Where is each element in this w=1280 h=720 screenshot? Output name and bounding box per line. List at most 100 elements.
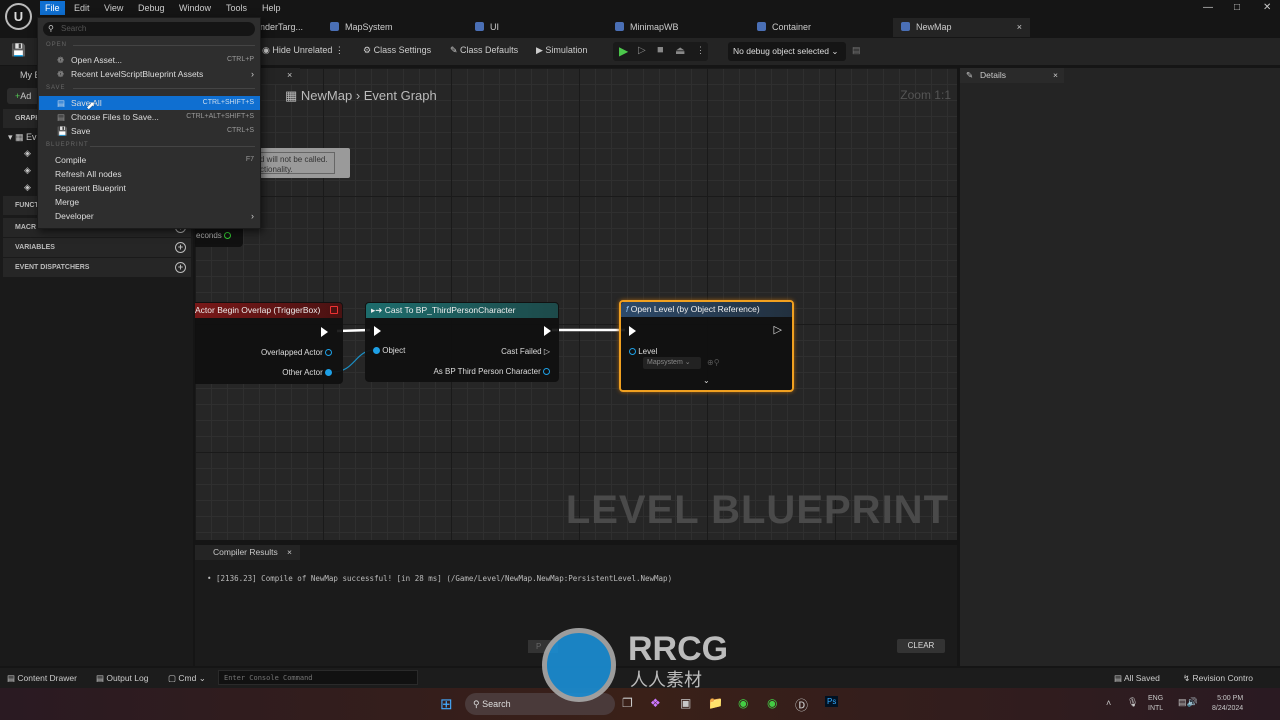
menu-window[interactable]: Window <box>174 1 216 15</box>
menu-item-reparent[interactable]: Reparent Blueprint <box>39 181 260 195</box>
copilot-icon[interactable]: ❖ <box>650 696 661 710</box>
all-saved-button[interactable]: ▤ All Saved <box>1114 673 1160 684</box>
class-settings-button[interactable]: ⚙ Class Settings <box>363 45 431 56</box>
page-button[interactable]: P <box>528 640 558 653</box>
menu-file[interactable]: File <box>40 1 65 15</box>
menu-debug[interactable]: Debug <box>133 1 170 15</box>
network-volume-icon[interactable]: ▤🔊 <box>1178 697 1198 708</box>
taskbar-search[interactable]: ⚲ Search <box>465 693 615 715</box>
tab-minimapwb[interactable]: MinimapWB <box>615 18 679 37</box>
overlapped-actor-pin[interactable]: Overlapped Actor <box>261 348 332 357</box>
close-tab-icon[interactable]: × <box>287 545 292 560</box>
event-item-icon[interactable]: ◈ <box>24 165 31 176</box>
label: VARIABLES <box>15 244 55 251</box>
level-dropdown[interactable]: Mapsystem ⌄ <box>643 357 701 369</box>
menu-item-merge[interactable]: Merge <box>39 195 260 209</box>
tab-ui[interactable]: UI <box>475 18 499 37</box>
photoshop-icon[interactable]: Ps <box>825 696 839 707</box>
language-indicator[interactable]: ENG INTL <box>1148 694 1163 714</box>
content-drawer-button[interactable]: ▤ Content Drawer <box>7 673 77 684</box>
section-variables[interactable]: VARIABLES + <box>3 238 191 257</box>
eject-icon[interactable]: ⏏ <box>675 44 685 57</box>
tab-container[interactable]: Container <box>757 18 811 37</box>
menu-item-save[interactable]: 💾 Save CTRL+S <box>39 124 260 138</box>
debug-object-dropdown[interactable]: No debug object selected ⌄ <box>728 42 846 61</box>
actor-begin-overlap-node[interactable]: Actor Begin Overlap (TriggerBox) Overlap… <box>195 302 343 384</box>
menu-item-choose-files[interactable]: ▤ Choose Files to Save... CTRL+ALT+SHIFT+S <box>39 110 260 124</box>
menu-item-open-asset[interactable]: ❁ Open Asset... CTRL+P <box>39 53 260 67</box>
open-level-node[interactable]: f Open Level (by Object Reference) ▷ Lev… <box>619 300 794 392</box>
event-item-icon[interactable]: ◈ <box>24 148 31 159</box>
expand-chevron-icon[interactable]: ⌄ <box>703 376 710 385</box>
simulation-button[interactable]: ▶ Simulation <box>536 45 587 56</box>
microphone-icon[interactable]: 🎙 <box>1127 697 1138 708</box>
advance-frame-icon[interactable]: ▷ <box>638 45 646 56</box>
stop-icon[interactable]: ■ <box>657 44 664 56</box>
menu-edit[interactable]: Edit <box>69 1 95 15</box>
menu-item-developer[interactable]: Developer › <box>39 209 260 223</box>
mouse-cursor-icon: ⬈ <box>86 100 96 112</box>
menu-view[interactable]: View <box>99 1 128 15</box>
details-tab[interactable]: ✎ Details × <box>960 68 1064 83</box>
browse-icon[interactable]: ⊕⚲ <box>707 358 720 367</box>
close-window-button[interactable]: ✕ <box>1263 2 1271 13</box>
tab-newmap[interactable]: NewMap × <box>893 18 1030 37</box>
label: FUNCT <box>15 202 39 209</box>
unreal-logo-icon[interactable]: U <box>5 3 32 30</box>
exec-out-pin[interactable] <box>544 326 551 336</box>
exec-out-pin[interactable] <box>321 327 328 337</box>
as-bp-pin[interactable]: As BP Third Person Character <box>433 367 550 376</box>
menu-item-save-all[interactable]: ▤ Save All CTRL+SHIFT+S <box>39 96 260 110</box>
output-log-button[interactable]: ▤ Output Log <box>96 673 148 684</box>
level-pin[interactable]: Level <box>629 347 657 356</box>
close-tab-icon[interactable]: × <box>1053 68 1058 83</box>
event-item-icon[interactable]: ◈ <box>24 182 31 193</box>
exec-in-pin[interactable] <box>629 326 636 336</box>
file-explorer-icon[interactable]: 📁 <box>708 696 723 710</box>
clock[interactable]: 5:00 PM 8/24/2024 <box>1212 694 1243 714</box>
cast-failed-pin[interactable]: Cast Failed ▷ <box>501 347 550 356</box>
minimize-button[interactable]: — <box>1203 2 1213 13</box>
show-hidden-icons[interactable]: ˄ <box>1106 698 1111 708</box>
cast-icon: ▸➜ <box>371 305 385 315</box>
add-variable-icon[interactable]: + <box>175 242 186 253</box>
task-view-icon[interactable]: ❐ <box>622 696 633 710</box>
console-command-input[interactable] <box>218 670 418 685</box>
menu-search-input[interactable]: ⚲ Search <box>43 22 255 36</box>
hide-unrelated-button[interactable]: ◉ Hide Unrelated ⋮ <box>262 45 344 56</box>
menu-item-recent-assets[interactable]: ❁ Recent LevelScriptBlueprint Assets › <box>39 67 260 81</box>
section-event-dispatchers[interactable]: EVENT DISPATCHERS + <box>3 258 191 277</box>
play-icon[interactable]: ▶ <box>619 44 628 58</box>
delegate-pin-icon[interactable] <box>330 306 338 314</box>
menu-item-compile[interactable]: Compile F7 <box>39 153 260 167</box>
menu-item-refresh-nodes[interactable]: Refresh All nodes <box>39 167 260 181</box>
object-pin[interactable]: Object <box>373 346 405 355</box>
app-icon[interactable]: ▣ <box>680 696 691 710</box>
clear-button[interactable]: CLEAR <box>897 639 945 653</box>
menu-tools[interactable]: Tools <box>221 1 252 15</box>
save-icon[interactable]: 💾 <box>11 43 26 57</box>
class-defaults-button[interactable]: ✎ Class Defaults <box>450 45 518 56</box>
cast-node[interactable]: ▸➜ Cast To BP_ThirdPersonCharacter Objec… <box>365 302 559 382</box>
section-label: OPEN <box>46 42 68 48</box>
chrome-icon[interactable]: ◉ <box>738 696 748 710</box>
revision-control-button[interactable]: ↯ Revision Contro <box>1183 673 1253 684</box>
debug-filter-icon[interactable]: ▤ <box>852 45 861 56</box>
windows-start-icon[interactable]: ⊞ <box>440 695 453 713</box>
exec-out-pin[interactable]: ▷ <box>774 323 782 336</box>
chrome-icon[interactable]: ◉ <box>767 696 777 710</box>
other-actor-pin[interactable]: Other Actor <box>282 368 332 377</box>
tab-render-target[interactable]: enderTarg... <box>255 18 303 37</box>
event-graph-canvas[interactable]: × ▦ NewMap › Event Graph Zoom 1:1 LEVEL … <box>195 68 957 540</box>
close-tab-icon[interactable]: × <box>1017 18 1022 37</box>
maximize-button[interactable]: □ <box>1234 2 1240 13</box>
compiler-results-tab[interactable]: Compiler Results × <box>195 545 300 560</box>
cmd-dropdown[interactable]: ▢ Cmd ⌄ <box>168 673 206 684</box>
event-graph-item[interactable]: ▾ ▦ Ev <box>8 132 37 143</box>
exec-in-pin[interactable] <box>374 326 381 336</box>
add-dispatcher-icon[interactable]: + <box>175 262 186 273</box>
more-options-icon[interactable]: ⋮ <box>696 45 705 56</box>
unreal-engine-icon[interactable]: Ⓓ <box>795 695 808 714</box>
tab-mapsystem[interactable]: MapSystem <box>330 18 393 37</box>
menu-help[interactable]: Help <box>257 1 286 15</box>
